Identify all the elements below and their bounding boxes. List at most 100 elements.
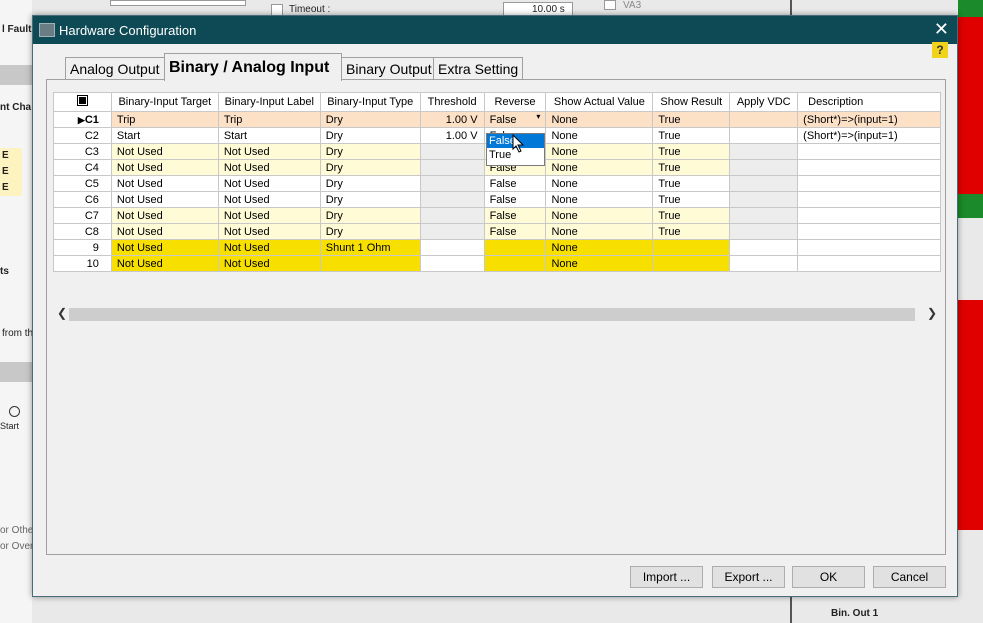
- cell-label[interactable]: Not Used: [217, 223, 321, 240]
- cell-threshold[interactable]: [419, 255, 485, 272]
- cell-type[interactable]: Dry: [319, 223, 421, 240]
- cell-actual[interactable]: None: [545, 223, 654, 240]
- column-header[interactable]: Binary-Input Label: [217, 92, 321, 112]
- cell-desc[interactable]: [797, 159, 941, 176]
- cell-reverse[interactable]: False: [483, 191, 547, 208]
- cell-result[interactable]: True: [652, 191, 731, 208]
- cell-vdc[interactable]: [729, 127, 799, 144]
- cell-vdc[interactable]: [729, 207, 799, 224]
- cell-reverse[interactable]: False: [483, 175, 547, 192]
- tab-binary-analog-input[interactable]: Binary / Analog Input: [164, 53, 342, 81]
- cell-type[interactable]: Dry: [319, 127, 421, 144]
- cell-desc[interactable]: [797, 223, 941, 240]
- cell-label[interactable]: Not Used: [217, 255, 321, 272]
- row-header[interactable]: C2: [53, 127, 112, 144]
- cell-result[interactable]: [652, 239, 731, 256]
- cell-vdc[interactable]: [729, 191, 799, 208]
- cell-type[interactable]: Dry: [319, 111, 421, 128]
- cell-target[interactable]: Not Used: [110, 191, 219, 208]
- table-row[interactable]: C6 Not Used Not Used Dry False None True: [53, 191, 941, 208]
- tab-analog-output[interactable]: Analog Output: [65, 57, 167, 80]
- cell-type[interactable]: Dry: [319, 143, 421, 160]
- table-row[interactable]: C5 Not Used Not Used Dry False None True: [53, 175, 941, 192]
- cell-label[interactable]: Not Used: [217, 175, 321, 192]
- column-header[interactable]: Threshold: [419, 92, 485, 112]
- table-row[interactable]: C7 Not Used Not Used Dry False None True: [53, 207, 941, 224]
- horizontal-scrollbar[interactable]: ❮ ❯: [53, 306, 941, 323]
- cell-actual[interactable]: None: [545, 207, 654, 224]
- cell-type[interactable]: Dry: [319, 159, 421, 176]
- cell-desc[interactable]: (Short*)=>(input=1): [797, 127, 941, 144]
- cell-label[interactable]: Not Used: [217, 159, 321, 176]
- column-header[interactable]: Show Result: [652, 92, 731, 112]
- tab-binary-output[interactable]: Binary Output: [341, 57, 436, 80]
- cell-actual[interactable]: None: [545, 111, 654, 128]
- cell-reverse[interactable]: [483, 255, 547, 272]
- column-header[interactable]: Binary-Input Type: [319, 92, 421, 112]
- close-icon[interactable]: ✕: [934, 19, 949, 40]
- cell-desc[interactable]: [797, 255, 941, 272]
- cell-threshold[interactable]: 1.00 V: [419, 111, 485, 128]
- cell-threshold[interactable]: [419, 223, 485, 240]
- cell-reverse[interactable]: False: [483, 207, 547, 224]
- column-header[interactable]: Apply VDC: [729, 92, 799, 112]
- cell-target[interactable]: Not Used: [110, 175, 219, 192]
- cell-vdc[interactable]: [729, 255, 799, 272]
- cell-label[interactable]: Not Used: [217, 207, 321, 224]
- cell-result[interactable]: True: [652, 127, 731, 144]
- cell-target[interactable]: Not Used: [110, 239, 219, 256]
- column-header[interactable]: Reverse: [483, 92, 547, 112]
- import-button[interactable]: Import ...: [630, 566, 703, 588]
- cell-result[interactable]: True: [652, 159, 731, 176]
- cell-type[interactable]: Dry: [319, 207, 421, 224]
- cell-target[interactable]: Not Used: [110, 207, 219, 224]
- cell-threshold[interactable]: [419, 239, 485, 256]
- ok-button[interactable]: OK: [792, 566, 865, 588]
- cell-label[interactable]: Not Used: [217, 239, 321, 256]
- column-header[interactable]: Binary-Input Target: [110, 92, 219, 112]
- cell-desc[interactable]: [797, 207, 941, 224]
- cell-actual[interactable]: None: [545, 239, 654, 256]
- cell-vdc[interactable]: [729, 143, 799, 160]
- row-header[interactable]: C7: [53, 207, 112, 224]
- cell-type[interactable]: Shunt 1 Ohm: [319, 239, 421, 256]
- cell-threshold[interactable]: [419, 191, 485, 208]
- cancel-button[interactable]: Cancel: [873, 566, 946, 588]
- radio-icon[interactable]: [9, 406, 20, 417]
- cell-desc[interactable]: [797, 191, 941, 208]
- cell-label[interactable]: Start: [217, 127, 321, 144]
- cell-threshold[interactable]: [419, 207, 485, 224]
- cell-label[interactable]: Trip: [217, 111, 321, 128]
- cell-target[interactable]: Not Used: [110, 255, 219, 272]
- cell-type[interactable]: Dry: [319, 175, 421, 192]
- cell-actual[interactable]: None: [545, 175, 654, 192]
- select-all-header[interactable]: [53, 92, 112, 112]
- cell-actual[interactable]: None: [545, 191, 654, 208]
- cell-result[interactable]: True: [652, 143, 731, 160]
- table-row[interactable]: 10 Not Used Not Used None: [53, 255, 941, 272]
- cell-type[interactable]: [319, 255, 421, 272]
- cell-actual[interactable]: None: [545, 143, 654, 160]
- cell-vdc[interactable]: [729, 223, 799, 240]
- scroll-thumb[interactable]: [69, 308, 915, 321]
- cell-reverse[interactable]: False: [483, 223, 547, 240]
- title-bar[interactable]: Hardware Configuration ✕: [33, 16, 957, 44]
- cell-target[interactable]: Not Used: [110, 223, 219, 240]
- cell-threshold[interactable]: 1.00 V: [419, 127, 485, 144]
- cell-reverse[interactable]: False ▾: [483, 111, 547, 128]
- cell-result[interactable]: True: [652, 207, 731, 224]
- va3-checkbox[interactable]: [604, 0, 616, 10]
- cell-vdc[interactable]: [729, 239, 799, 256]
- help-icon[interactable]: ?: [932, 42, 948, 58]
- cell-threshold[interactable]: [419, 159, 485, 176]
- cell-label[interactable]: Not Used: [217, 143, 321, 160]
- cell-vdc[interactable]: [729, 159, 799, 176]
- column-header[interactable]: Description: [797, 92, 941, 112]
- row-header[interactable]: C4: [53, 159, 112, 176]
- export-button[interactable]: Export ...: [712, 566, 785, 588]
- scroll-left-icon[interactable]: ❮: [57, 306, 67, 320]
- row-header[interactable]: C6: [53, 191, 112, 208]
- tab-extra-setting[interactable]: Extra Setting: [433, 57, 523, 80]
- row-header[interactable]: ▶C1: [53, 111, 112, 128]
- cell-threshold[interactable]: [419, 175, 485, 192]
